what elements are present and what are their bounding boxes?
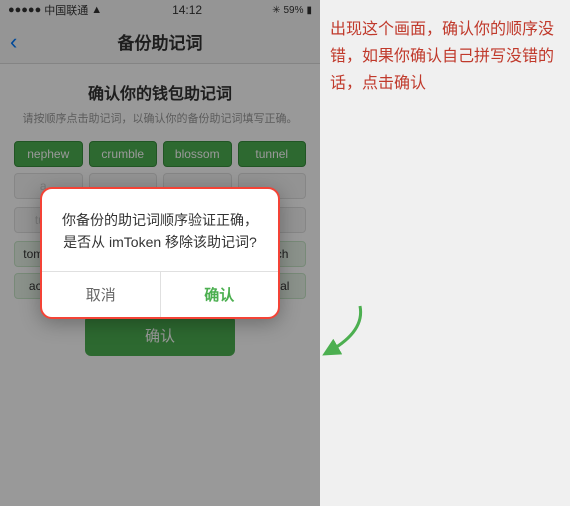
annotation-text: 出现这个画面，确认你的顺序没错，如果你确认自己拼写没错的话，点击确认: [330, 16, 560, 98]
phone-frame: ●●●●● 中国联通 ▲ 14:12 ✳ 59% ▮ ‹ 备份助记词 确认你的钱…: [0, 0, 320, 506]
dialog-box: 你备份的助记词顺序验证正确，是否从 imToken 移除该助记词? 取消 确认: [40, 187, 280, 320]
dialog-ok-button[interactable]: 确认: [161, 272, 279, 317]
dialog-cancel-button[interactable]: 取消: [42, 272, 161, 317]
dialog-buttons: 取消 确认: [42, 271, 278, 317]
annotation-panel: 出现这个画面，确认你的顺序没错，如果你确认自己拼写没错的话，点击确认: [320, 0, 570, 506]
dialog-overlay: 你备份的助记词顺序验证正确，是否从 imToken 移除该助记词? 取消 确认: [0, 0, 320, 506]
dialog-message: 你备份的助记词顺序验证正确，是否从 imToken 移除该助记词?: [58, 209, 262, 254]
